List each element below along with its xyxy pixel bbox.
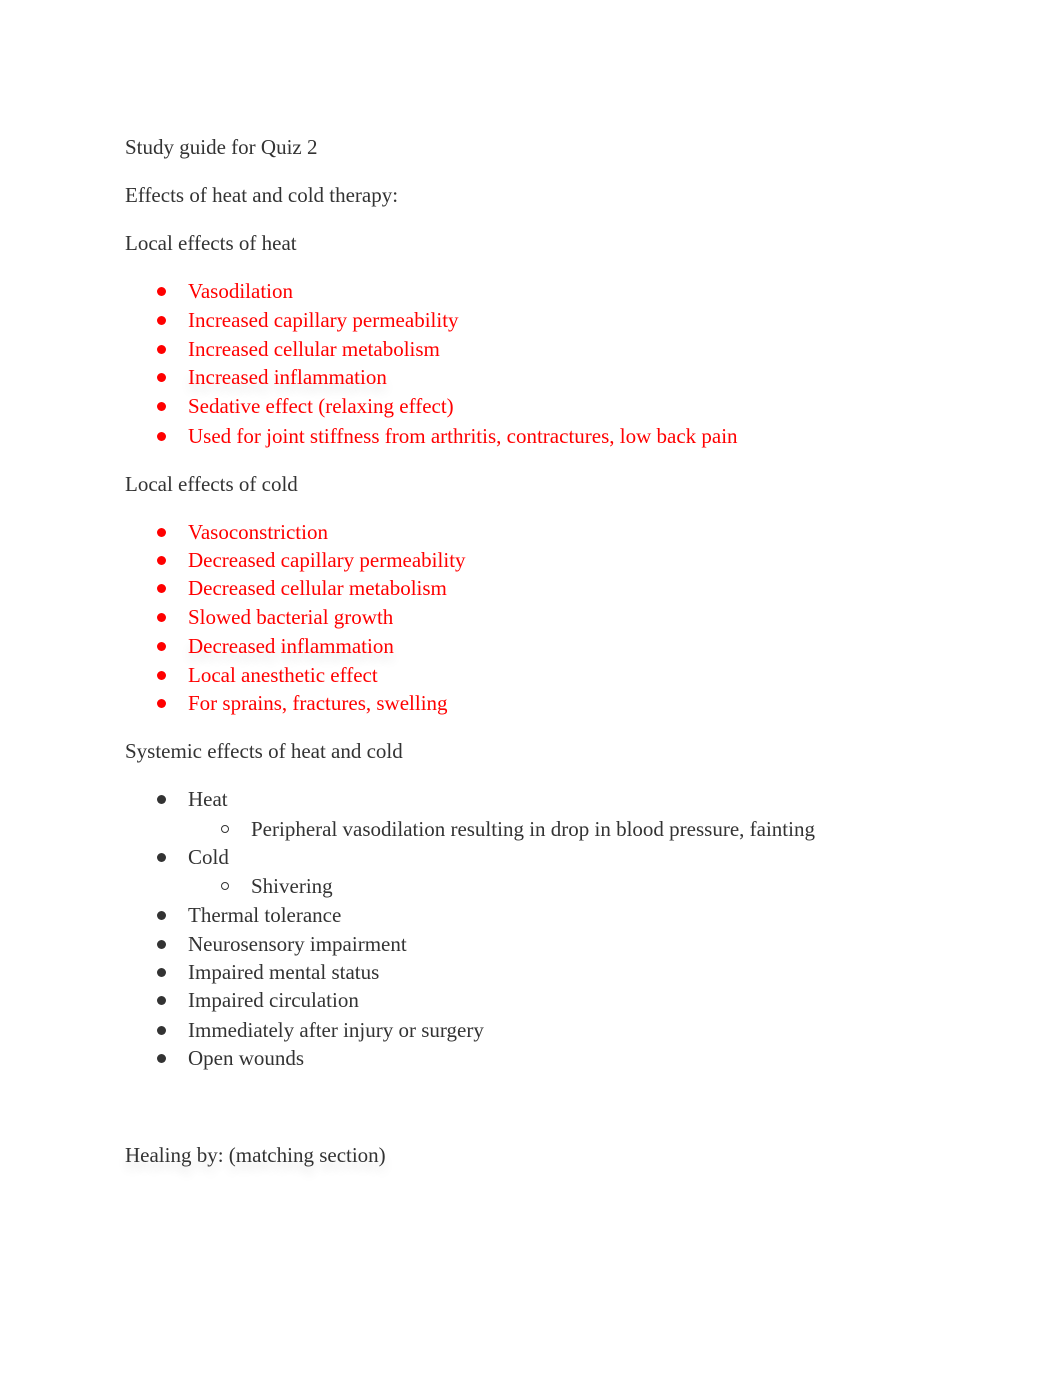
bullet-icon — [157, 642, 166, 651]
list-item-text: Immediately after injury or surgery — [188, 1018, 484, 1042]
list-item-text: Decreased cellular metabolism — [188, 576, 447, 600]
list-item-text: Slowed bacterial growth — [188, 605, 394, 629]
bullet-icon — [157, 528, 166, 537]
healing-heading: Healing by: (matching section) — [125, 1143, 386, 1167]
list-item-text: Heat — [188, 787, 228, 811]
list-item-text: Open wounds — [188, 1046, 305, 1070]
bullet-icon — [157, 373, 166, 382]
bullet-icon — [157, 968, 166, 977]
list-item-text: Vasoconstriction — [188, 520, 328, 544]
cold-heading: Local effects of cold — [125, 472, 298, 496]
bullet-icon — [157, 996, 166, 1005]
bullet-icon — [157, 613, 166, 622]
bullet-icon — [157, 556, 166, 565]
bullet-icon — [157, 287, 166, 296]
bullet-icon — [157, 402, 166, 411]
bullet-icon — [157, 911, 166, 920]
systemic-heading: Systemic effects of heat and cold — [125, 739, 403, 763]
bullet-icon — [157, 432, 166, 441]
list-item-text: Cold — [188, 845, 229, 869]
bullet-icon — [157, 699, 166, 708]
list-item-text: Impaired mental status — [188, 960, 380, 984]
list-item-text: Shivering — [251, 874, 333, 898]
list-item-text: For sprains, fractures, swelling — [188, 691, 448, 715]
bullet-icon — [157, 316, 166, 325]
list-item-text: Vasodilation — [188, 279, 293, 303]
document-title: Study guide for Quiz 2 — [125, 135, 318, 159]
bullet-icon — [157, 795, 166, 804]
hollow-bullet-icon — [221, 882, 229, 890]
bullet-icon — [157, 345, 166, 354]
list-item-text: Increased capillary permeability — [188, 308, 459, 332]
list-item-text: Sedative effect (relaxing effect) — [188, 394, 454, 418]
bullet-icon — [157, 853, 166, 862]
section-heading: Effects of heat and cold therapy: — [125, 183, 399, 207]
bullet-icon — [157, 940, 166, 949]
list-item-text: Impaired circulation — [188, 988, 359, 1012]
bullet-icon — [157, 584, 166, 593]
list-item-text: Increased inflammation — [188, 365, 387, 389]
hollow-bullet-icon — [221, 825, 229, 833]
list-item-text: Peripheral vasodilation resulting in dro… — [251, 817, 815, 841]
list-item-text: Neurosensory impairment — [188, 932, 407, 956]
list-item-text: Decreased capillary permeability — [188, 548, 466, 572]
list-item-text: Decreased inflammation — [188, 634, 394, 658]
list-item-text: Local anesthetic effect — [188, 663, 378, 687]
bullet-icon — [157, 1026, 166, 1035]
bullet-icon — [157, 671, 166, 680]
heat-heading: Local effects of heat — [125, 231, 297, 255]
list-item-text: Thermal tolerance — [188, 903, 342, 927]
bullet-icon — [157, 1054, 166, 1063]
list-item-text: Increased cellular metabolism — [188, 337, 440, 361]
list-item-text: Used for joint stiffness from arthritis,… — [188, 424, 738, 448]
